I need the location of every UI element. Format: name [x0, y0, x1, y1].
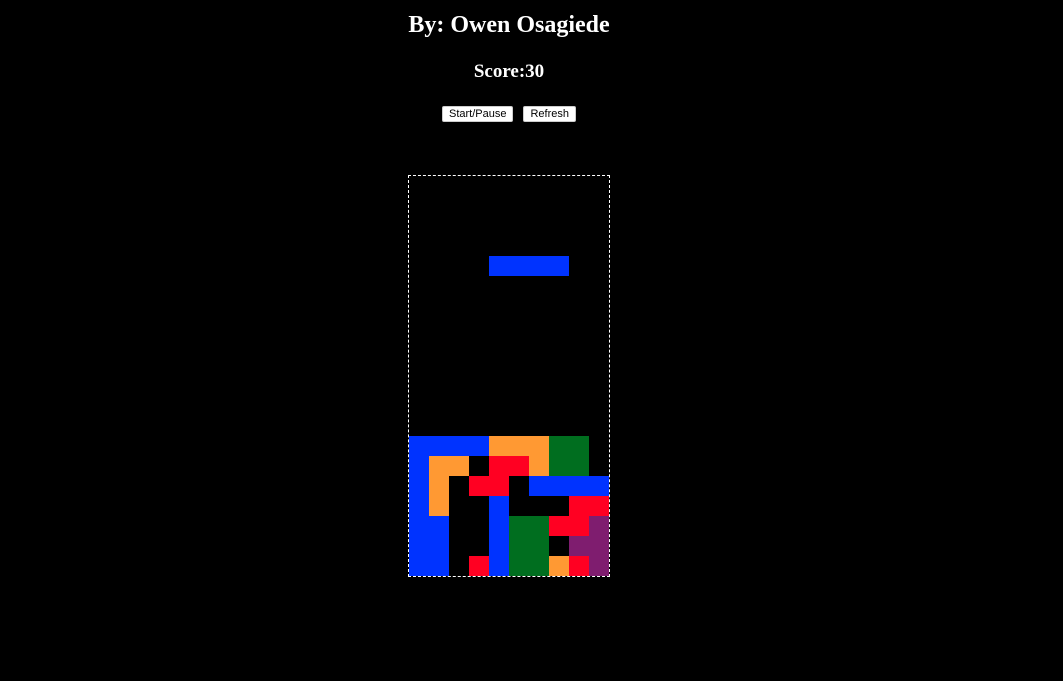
locked-block [409, 456, 429, 476]
active-piece-block [509, 256, 529, 276]
locked-block [529, 476, 549, 496]
locked-block [449, 436, 469, 456]
active-piece-block [489, 256, 509, 276]
active-piece-block [549, 256, 569, 276]
locked-block [569, 456, 589, 476]
locked-block [449, 456, 469, 476]
locked-block [509, 536, 529, 556]
locked-block [429, 496, 449, 516]
locked-block [509, 516, 529, 536]
locked-block [549, 556, 569, 576]
locked-block [589, 496, 609, 516]
locked-block [409, 476, 429, 496]
start-pause-button[interactable]: Start/Pause [441, 106, 514, 122]
locked-block [429, 436, 449, 456]
locked-block [469, 556, 489, 576]
refresh-button[interactable]: Refresh [523, 106, 576, 122]
locked-block [529, 556, 549, 576]
locked-block [569, 476, 589, 496]
board-canvas [409, 256, 609, 576]
locked-block [589, 476, 609, 496]
locked-block [429, 536, 449, 556]
locked-block [409, 516, 429, 536]
locked-block [509, 556, 529, 576]
locked-block [509, 436, 529, 456]
locked-block [409, 496, 429, 516]
locked-block [549, 516, 569, 536]
locked-block [409, 556, 429, 576]
locked-block [409, 536, 429, 556]
locked-block [429, 516, 449, 536]
locked-block [489, 516, 509, 536]
locked-block [469, 476, 489, 496]
locked-block [489, 496, 509, 516]
locked-block [529, 536, 549, 556]
locked-block [429, 556, 449, 576]
locked-block [589, 536, 609, 556]
locked-block [529, 456, 549, 476]
locked-block [529, 436, 549, 456]
locked-block [549, 456, 569, 476]
active-piece-block [529, 256, 549, 276]
locked-block [489, 536, 509, 556]
score-label: Score: [473, 61, 526, 82]
locked-block [589, 516, 609, 536]
locked-block [429, 476, 449, 496]
locked-block [489, 436, 509, 456]
locked-block [569, 536, 589, 556]
locked-block [569, 496, 589, 516]
locked-block [489, 556, 509, 576]
locked-block [489, 476, 509, 496]
locked-block [409, 436, 429, 456]
locked-block [569, 436, 589, 456]
locked-block [489, 456, 509, 476]
locked-block [569, 516, 589, 536]
locked-block [589, 556, 609, 576]
locked-block [429, 456, 449, 476]
score-display: Score:30 [0, 61, 1018, 83]
author-heading: By: Owen Osagiede [408, 12, 610, 38]
tetris-board[interactable] [408, 175, 610, 577]
locked-block [529, 516, 549, 536]
locked-block [469, 436, 489, 456]
locked-block [549, 476, 569, 496]
locked-block [569, 556, 589, 576]
score-value: 30 [525, 61, 545, 82]
locked-block [549, 436, 569, 456]
game-controls: Start/Pause Refresh [0, 106, 1018, 122]
locked-block [509, 456, 529, 476]
